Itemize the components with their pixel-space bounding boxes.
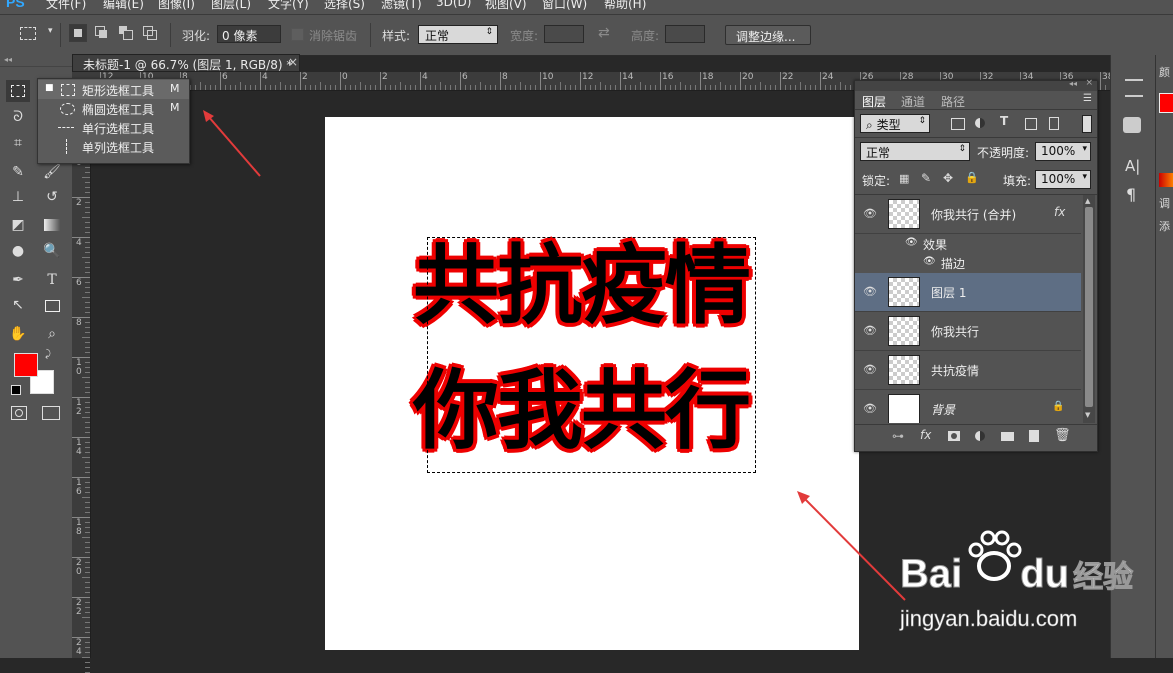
arrow-to-canvas <box>797 491 906 601</box>
ruler-minor-tick <box>85 662 90 663</box>
foreground-color-swatch[interactable] <box>14 353 38 377</box>
watermark-jingyan: 经验 <box>1073 560 1134 596</box>
baidu-jingyan-watermark: Bai du 经验 jingyan.baidu.com <box>896 530 1166 640</box>
ruler-minor-tick <box>85 667 90 668</box>
watermark-url: jingyan.baidu.com <box>900 606 1078 632</box>
arrow-to-flyout <box>203 110 261 177</box>
watermark-brand2: du <box>1020 552 1070 597</box>
watermark-brand: Bai <box>899 552 963 597</box>
